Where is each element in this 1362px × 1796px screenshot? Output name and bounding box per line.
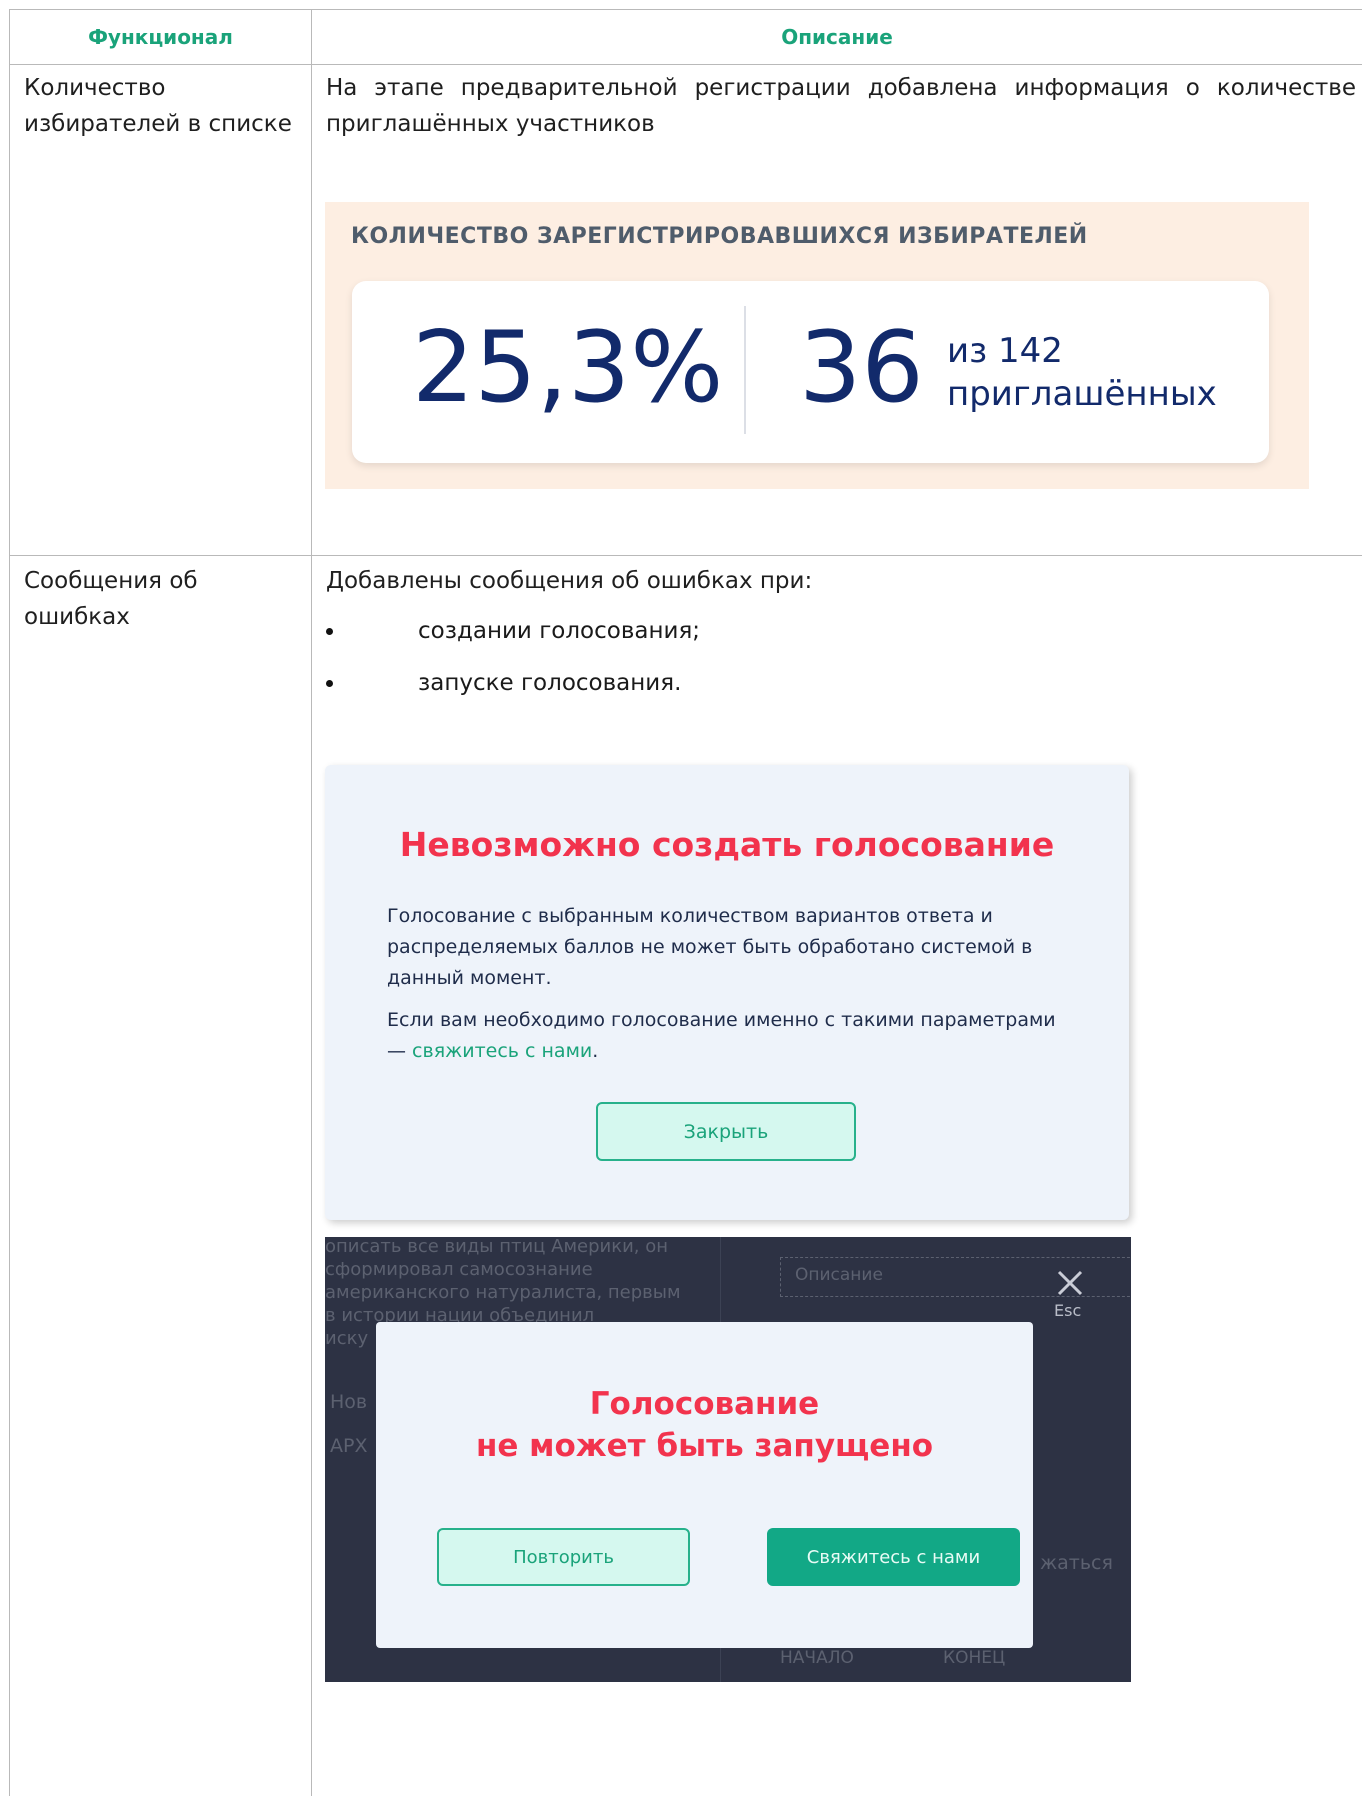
stats-title: КОЛИЧЕСТВО ЗАРЕГИСТРИРОВАВШИХСЯ ИЗБИРАТЕ… <box>351 224 1088 249</box>
dialog-title: Голосование <box>589 1386 820 1422</box>
dialog-title: не может быть запущено <box>475 1428 934 1464</box>
column-header-functional: Функционал <box>88 24 233 49</box>
row-error-messages-feature: Сообщения об ошибках <box>24 568 198 630</box>
contact-us-link[interactable]: свяжитесь с нами <box>412 1040 592 1062</box>
registered-voters-panel: КОЛИЧЕСТВО ЗАРЕГИСТРИРОВАВШИХСЯ ИЗБИРАТЕ… <box>325 202 1309 489</box>
row-error-messages-intro: Добавлены сообщения об ошибках при: <box>326 568 813 594</box>
bullet-icon <box>326 680 333 687</box>
stats-of-total: из 142 <box>947 331 1063 371</box>
close-icon[interactable] <box>1050 1265 1090 1305</box>
table-header-border <box>9 64 1362 65</box>
stats-percent: 25,3% <box>412 311 724 425</box>
close-button[interactable]: Закрыть <box>596 1102 856 1161</box>
stats-divider <box>744 306 746 434</box>
dialog-contact-message: Если вам необходимо голосование именно с… <box>387 1009 1056 1062</box>
stats-count: 36 <box>799 311 924 425</box>
background-text: жаться <box>1040 1552 1113 1574</box>
row-voters-count-feature: Количество избирателей в списке <box>24 75 292 137</box>
error-dialog-launch-voting: Голосование не может быть запущено Повто… <box>376 1322 1033 1648</box>
background-column-start: НАЧАЛО <box>780 1648 854 1668</box>
error-dialog-create-voting: Невозможно создать голосование Голосован… <box>325 765 1129 1220</box>
table-border-middle <box>311 9 312 1796</box>
dialog-title: Невозможно создать голосование <box>399 825 1055 864</box>
background-item: Нов <box>330 1391 368 1413</box>
bullet-icon <box>326 628 333 635</box>
background-column-end: КОНЕЦ <box>943 1648 1006 1668</box>
table-row-border <box>9 555 1362 556</box>
dialog-message: Голосование с выбранным количеством вари… <box>387 905 1033 989</box>
table-border-left <box>9 9 10 1796</box>
contact-us-button[interactable]: Свяжитесь с нами <box>767 1528 1020 1586</box>
esc-hint: Esc <box>1054 1301 1082 1320</box>
row-voters-count-description: На этапе предварительной регистрации доб… <box>326 75 1356 137</box>
background-item: АРХ <box>330 1435 368 1457</box>
launch-error-screenshot: описать все виды птиц Америки, он сформи… <box>325 1237 1131 1682</box>
retry-button[interactable]: Повторить <box>437 1528 690 1586</box>
stats-card: 25,3% 36 из 142 приглашённых <box>352 281 1269 463</box>
stats-invited-label: приглашённых <box>947 374 1217 414</box>
column-header-description: Описание <box>781 24 893 49</box>
